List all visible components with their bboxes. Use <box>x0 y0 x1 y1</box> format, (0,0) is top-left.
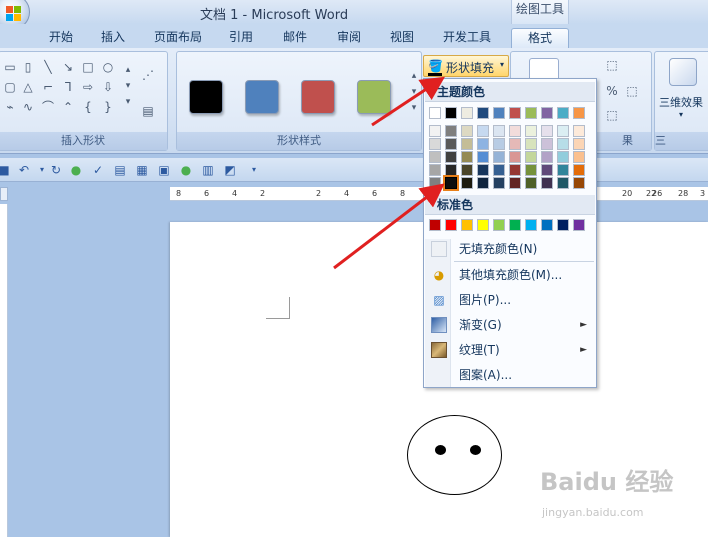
baidu-watermark: Baidu 经验 jingyan.baidu.com <box>540 462 680 522</box>
arrow-to-black-swatch <box>333 183 445 270</box>
arrow-to-fill-button <box>371 76 446 127</box>
annotation-arrows <box>333 76 446 270</box>
watermark-url: jingyan.baidu.com <box>542 506 644 519</box>
watermark-logo: Baidu 经验 <box>540 468 674 496</box>
